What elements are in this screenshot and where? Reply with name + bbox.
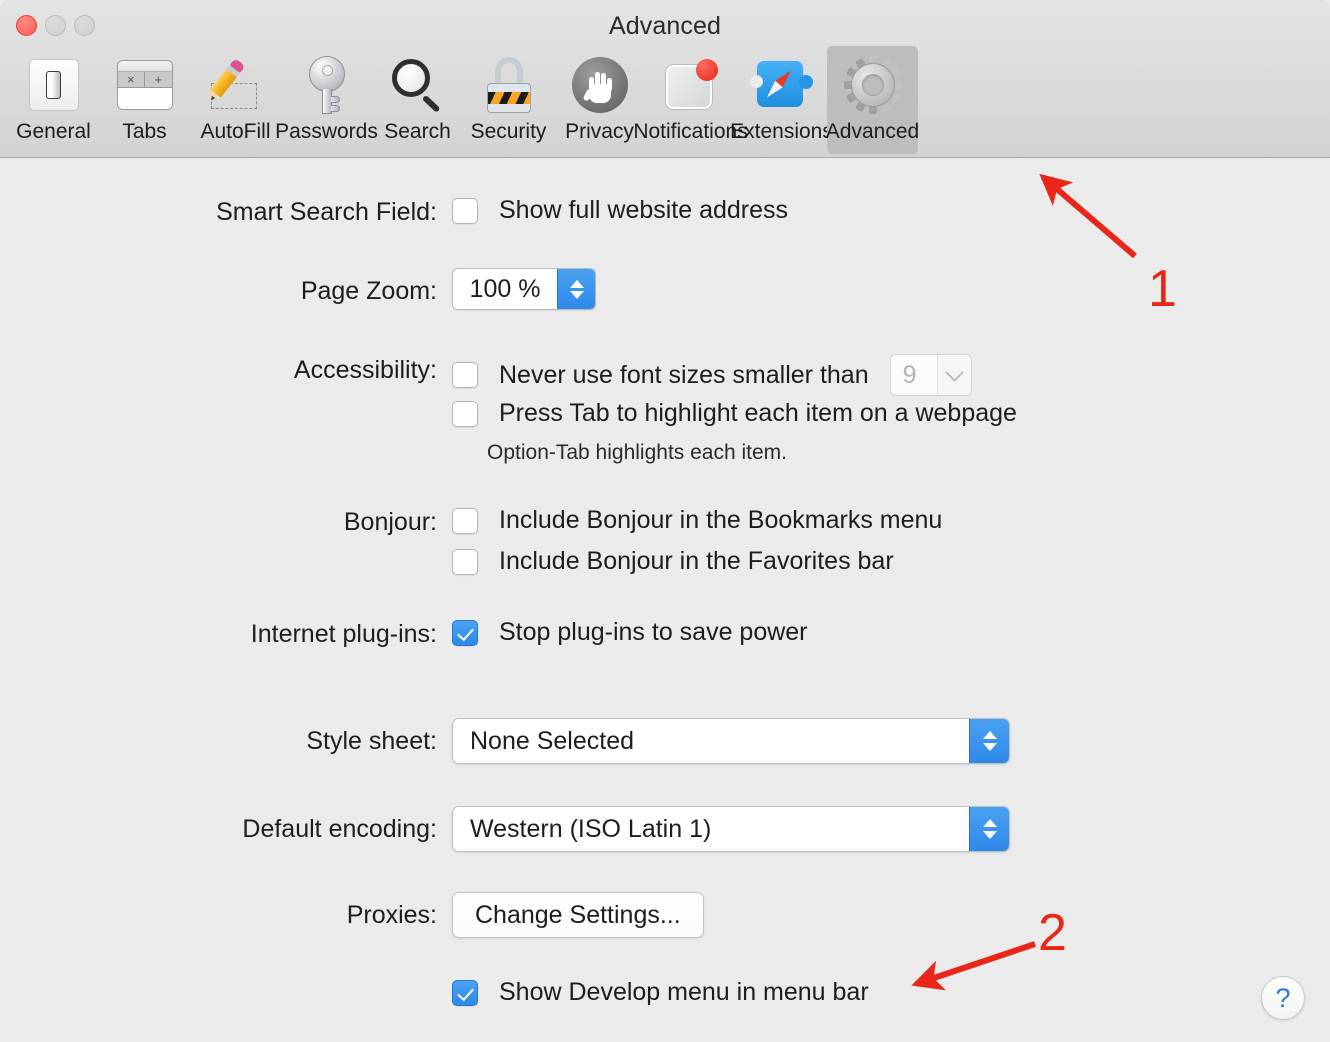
bonjour-bookmarks-label: Include Bonjour in the Bookmarks menu: [499, 506, 943, 534]
accessibility-font-size-row: Never use font sizes smaller than 9: [452, 354, 972, 396]
question-mark-icon: ?: [1275, 982, 1291, 1013]
magnifier-icon: [385, 52, 451, 118]
never-use-font-sizes-checkbox[interactable]: [452, 362, 478, 388]
padlock-icon: [476, 52, 542, 118]
tab-advanced[interactable]: Advanced: [825, 46, 920, 154]
chevron-up-icon: [982, 819, 997, 827]
annotation-number-1: 1: [1148, 260, 1177, 318]
tab-security[interactable]: Security: [463, 46, 554, 154]
notification-badge-icon: [658, 52, 724, 118]
tab-general[interactable]: General: [8, 46, 99, 154]
tab-privacy[interactable]: Privacy: [554, 46, 645, 154]
toolbar: Advanced General × + Tabs AutoFill Passw…: [0, 0, 1330, 158]
tabs-icon: × +: [112, 52, 178, 118]
default-encoding-label: Default encoding:: [242, 815, 437, 843]
stop-plugins-save-power-label: Stop plug-ins to save power: [499, 618, 808, 646]
puzzle-compass-icon: [749, 52, 815, 118]
chevron-down-icon: [569, 290, 584, 299]
show-full-website-address-label: Show full website address: [499, 196, 789, 224]
page-zoom-stepper-arrows[interactable]: [557, 269, 595, 309]
page-zoom-row: 100 %: [452, 268, 596, 310]
tab-label: Security: [470, 120, 547, 143]
bonjour-favorites-label: Include Bonjour in the Favorites bar: [499, 547, 894, 575]
bonjour-bookmarks-row: Include Bonjour in the Bookmarks menu: [452, 506, 942, 535]
show-develop-menu-checkbox[interactable]: [452, 979, 478, 1006]
tab-label: Advanced: [825, 120, 920, 143]
change-settings-button[interactable]: Change Settings...: [452, 892, 704, 938]
chevron-down-icon: [936, 355, 971, 395]
tab-label: General: [16, 120, 91, 143]
proxies-label: Proxies:: [346, 901, 437, 929]
help-button[interactable]: ?: [1261, 976, 1305, 1020]
internet-plugins-row: Stop plug-ins to save power: [452, 618, 808, 647]
autofill-pencil-icon: [203, 52, 269, 118]
tab-label: Passwords: [275, 120, 378, 143]
smart-search-field-label: Smart Search Field:: [216, 198, 437, 226]
accessibility-label: Accessibility:: [293, 356, 437, 384]
annotation-number-2: 2: [1038, 904, 1067, 962]
smart-search-field-row: Show full website address: [452, 196, 788, 225]
chevron-down-icon: [982, 831, 997, 839]
stop-plugins-save-power-checkbox[interactable]: [452, 619, 478, 646]
tab-label: AutoFill: [200, 120, 271, 143]
show-full-website-address-checkbox[interactable]: [452, 197, 478, 224]
tab-label: Privacy: [565, 120, 634, 143]
bonjour-favorites-checkbox[interactable]: [452, 548, 478, 575]
preferences-window: Advanced General × + Tabs AutoFill Passw…: [0, 0, 1330, 1042]
preferences-tab-bar: General × + Tabs AutoFill Passwords Sear…: [8, 46, 920, 154]
never-use-font-sizes-label: Never use font sizes smaller than: [499, 360, 869, 389]
tab-label: Extensions: [730, 120, 833, 143]
page-zoom-value: 100 %: [453, 269, 557, 309]
default-encoding-arrows[interactable]: [969, 807, 1009, 851]
page-title: Advanced: [609, 12, 721, 40]
chevron-down-icon: [982, 743, 997, 751]
bonjour-bookmarks-checkbox[interactable]: [452, 507, 478, 534]
press-tab-highlight-label: Press Tab to highlight each item on a we…: [499, 399, 1017, 427]
minimum-font-size-value: 9: [890, 355, 937, 395]
style-sheet-value: None Selected: [453, 719, 969, 763]
tab-autofill[interactable]: AutoFill: [190, 46, 281, 154]
tab-extensions[interactable]: Extensions: [730, 46, 833, 154]
general-icon: [21, 52, 87, 118]
default-encoding-value: Western (ISO Latin 1): [453, 807, 969, 851]
tab-search[interactable]: Search: [372, 46, 463, 154]
page-zoom-stepper[interactable]: 100 %: [452, 268, 596, 310]
accessibility-tab-highlight-row: Press Tab to highlight each item on a we…: [452, 399, 1017, 428]
tab-label: Tabs: [122, 120, 167, 143]
chevron-up-icon: [569, 279, 584, 288]
advanced-settings-pane: Smart Search Field: Show full website ad…: [0, 158, 1330, 1042]
tab-label: Search: [384, 120, 451, 143]
style-sheet-label: Style sheet:: [306, 727, 437, 755]
key-icon: [294, 52, 360, 118]
internet-plugins-label: Internet plug-ins:: [250, 620, 437, 648]
show-develop-menu-label: Show Develop menu in menu bar: [499, 978, 869, 1006]
bonjour-label: Bonjour:: [343, 508, 437, 536]
tab-tabs[interactable]: × + Tabs: [99, 46, 190, 154]
default-encoding-select[interactable]: Western (ISO Latin 1): [452, 806, 1010, 852]
develop-menu-row: Show Develop menu in menu bar: [452, 978, 869, 1007]
gear-icon: [840, 52, 906, 118]
tab-notifications[interactable]: Notifications: [633, 46, 748, 154]
bonjour-favorites-row: Include Bonjour in the Favorites bar: [452, 547, 894, 576]
style-sheet-select[interactable]: None Selected: [452, 718, 1010, 764]
option-tab-hint: Option-Tab highlights each item.: [487, 441, 787, 464]
hand-icon: [567, 52, 633, 118]
page-zoom-label: Page Zoom:: [300, 277, 437, 305]
minimum-font-size-select[interactable]: 9: [889, 354, 972, 396]
tab-passwords[interactable]: Passwords: [275, 46, 378, 154]
press-tab-highlight-checkbox[interactable]: [452, 400, 478, 427]
style-sheet-arrows[interactable]: [969, 719, 1009, 763]
chevron-up-icon: [982, 731, 997, 739]
